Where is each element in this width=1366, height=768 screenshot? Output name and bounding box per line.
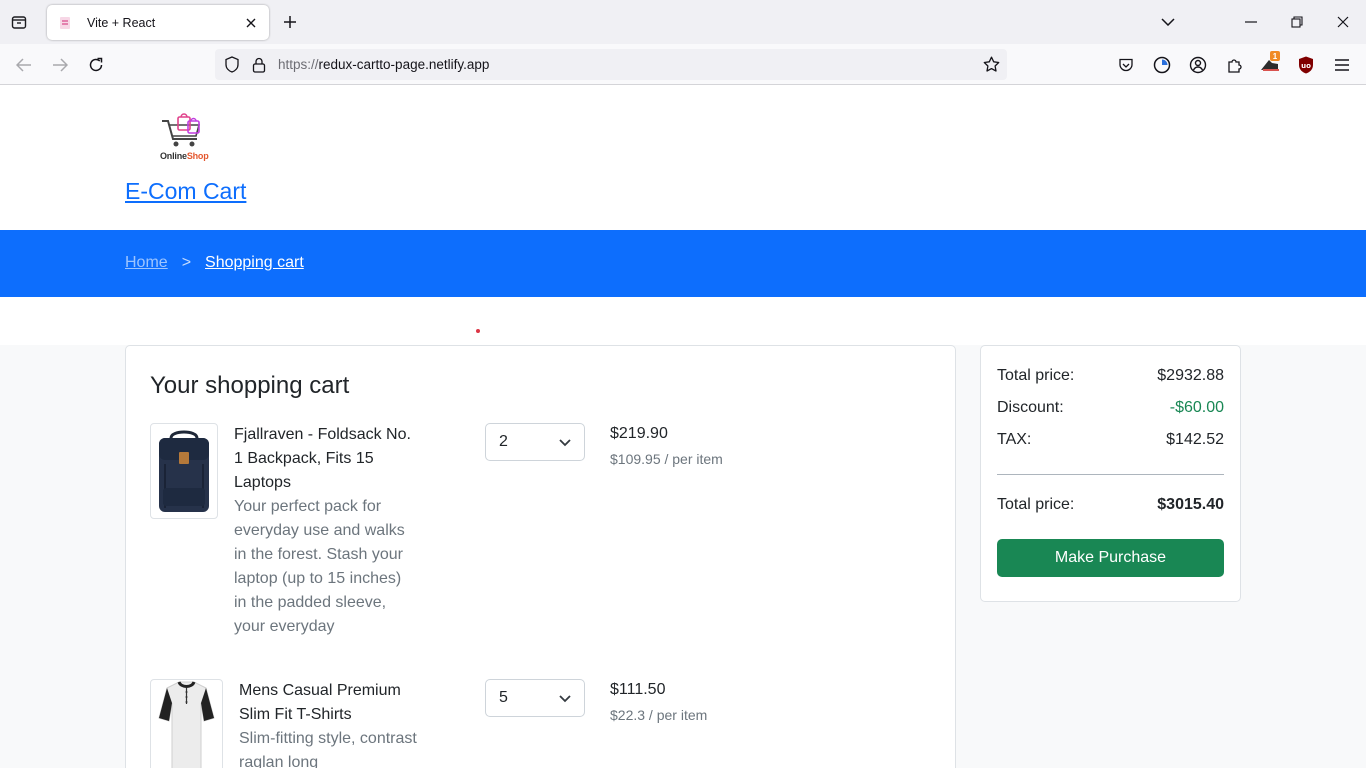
- tax-value: $142.52: [1166, 431, 1224, 448]
- list-all-tabs-icon[interactable]: [9, 12, 29, 32]
- discount-label: Discount:: [997, 399, 1064, 416]
- tab-title: Vite + React: [87, 15, 156, 30]
- url-text[interactable]: https://redux-cartto-page.netlify.app: [278, 57, 981, 72]
- tab-close-icon[interactable]: [241, 13, 261, 33]
- url-protocol: https://: [278, 57, 319, 72]
- hamburger-menu-icon[interactable]: [1331, 54, 1353, 76]
- summary-tax-row: TAX: $142.52: [997, 431, 1224, 449]
- pocket-icon[interactable]: [1115, 54, 1137, 76]
- account-icon[interactable]: [1187, 54, 1209, 76]
- grand-total-value: $3015.40: [1157, 496, 1224, 513]
- item-total-price: $219.90: [610, 425, 668, 442]
- summary-grand-total-row: Total price: $3015.40: [997, 496, 1224, 514]
- browser-tab-active[interactable]: Vite + React: [47, 5, 269, 40]
- discount-value: -$60.00: [1169, 399, 1224, 416]
- breadcrumb-current-link[interactable]: Shopping cart: [205, 254, 304, 272]
- breadcrumb-separator: >: [181, 254, 192, 271]
- item-unit-price: $109.95 / per item: [610, 451, 723, 467]
- minimize-window-icon[interactable]: [1228, 0, 1274, 44]
- back-arrow-icon[interactable]: [12, 53, 36, 77]
- product-description: Your perfect pack for everyday use and w…: [234, 498, 405, 635]
- svg-text:uo: uo: [1301, 62, 1311, 70]
- browser-nav-bar: https://redux-cartto-page.netlify.app 1 …: [0, 44, 1366, 85]
- quantity-value: 5: [499, 689, 508, 706]
- logo-text-online: Online: [160, 151, 187, 161]
- summary-divider: [997, 474, 1224, 475]
- logo-text: OnlineShop: [160, 151, 209, 161]
- quantity-select[interactable]: 2: [485, 423, 585, 461]
- extension-badge: 1: [1270, 51, 1280, 61]
- browser-tab-bar: Vite + React: [0, 0, 1366, 44]
- close-window-icon[interactable]: [1320, 0, 1366, 44]
- chevron-down-icon: [558, 691, 572, 710]
- cart-title: Your shopping cart: [150, 372, 350, 399]
- order-summary-card: Total price: $2932.88 Discount: -$60.00 …: [980, 345, 1241, 602]
- forward-arrow-icon[interactable]: [48, 53, 72, 77]
- padlock-icon[interactable]: [250, 57, 268, 73]
- item-unit-price: $22.3 / per item: [610, 707, 708, 723]
- bookmark-star-icon[interactable]: [981, 56, 1001, 73]
- timer-extension-icon[interactable]: [1151, 54, 1173, 76]
- subtotal-value: $2932.88: [1157, 367, 1224, 384]
- make-purchase-button[interactable]: Make Purchase: [997, 539, 1224, 577]
- breadcrumb: Home > Shopping cart: [125, 254, 304, 272]
- quantity-value: 2: [499, 433, 508, 450]
- brand-link[interactable]: E-Com Cart: [125, 178, 246, 205]
- product-name: Fjallraven - Foldsack No. 1 Backpack, Fi…: [234, 426, 411, 491]
- url-host: redux-cartto-page.netlify.app: [318, 57, 490, 72]
- restore-window-icon[interactable]: [1274, 0, 1320, 44]
- chevron-down-icon: [558, 435, 572, 454]
- new-tab-icon[interactable]: [280, 12, 300, 32]
- address-bar[interactable]: https://redux-cartto-page.netlify.app: [215, 49, 1007, 80]
- logo-text-shop: Shop: [186, 151, 209, 161]
- ublock-origin-icon[interactable]: uo: [1295, 54, 1317, 76]
- subtotal-label: Total price:: [997, 367, 1075, 384]
- breadcrumb-bar: Home > Shopping cart: [0, 230, 1366, 297]
- tracking-shield-icon[interactable]: [223, 56, 241, 73]
- reload-icon[interactable]: [84, 53, 108, 77]
- tax-label: TAX:: [997, 431, 1032, 448]
- summary-discount-row: Discount: -$60.00: [997, 399, 1224, 417]
- backpack-product-image[interactable]: [150, 423, 218, 519]
- item-total-price: $111.50: [610, 681, 666, 698]
- breadcrumb-home-link[interactable]: Home: [125, 254, 168, 272]
- tab-overflow-chevron-icon[interactable]: [1145, 0, 1191, 44]
- summary-subtotal-row: Total price: $2932.88: [997, 367, 1224, 385]
- tshirt-product-image[interactable]: [150, 679, 223, 768]
- product-description: Slim-fitting style, contrast raglan long: [239, 730, 417, 768]
- extensions-puzzle-icon[interactable]: [1223, 54, 1245, 76]
- shopping-cart-card: Your shopping cart Fjallraven - Foldsack…: [125, 345, 956, 768]
- react-favicon-icon: [57, 15, 73, 31]
- grand-total-label: Total price:: [997, 496, 1075, 513]
- extension-shoe-icon[interactable]: 1: [1259, 51, 1281, 76]
- red-dot-marker: [476, 329, 480, 333]
- quantity-select[interactable]: 5: [485, 679, 585, 717]
- web-page: OnlineShop E-Com Cart Home > Shopping ca…: [0, 85, 1366, 768]
- product-name: Mens Casual Premium Slim Fit T-Shirts: [239, 682, 401, 723]
